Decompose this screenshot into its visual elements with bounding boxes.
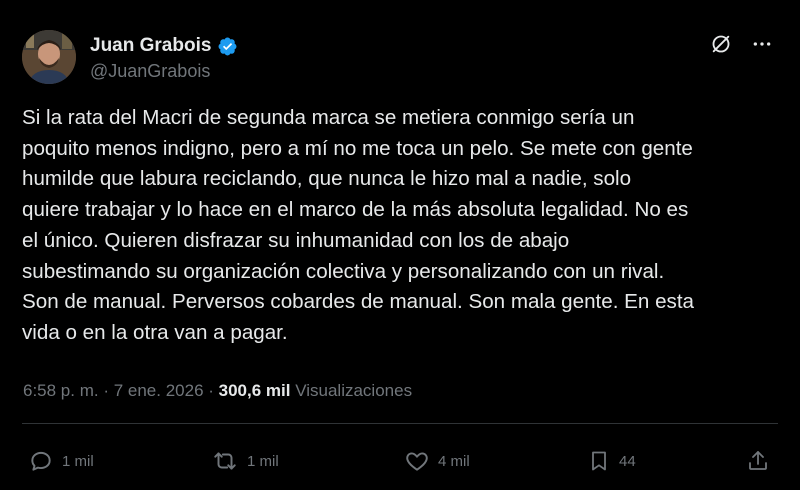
more-icon[interactable]	[752, 34, 772, 54]
like-button[interactable]: 4 mil	[404, 448, 494, 474]
bookmark-button[interactable]: 44	[587, 448, 647, 474]
author-display-name[interactable]: Juan Grabois	[90, 35, 211, 57]
repost-count: 1 mil	[247, 452, 279, 470]
reply-count: 1 mil	[62, 452, 94, 470]
share-icon	[749, 451, 767, 470]
repost-icon	[214, 452, 236, 470]
post-meta: 6:58 p. m. · 7 ene. 2026 · 300,6 mil Vis…	[23, 381, 412, 401]
repost-button[interactable]: 1 mil	[211, 448, 311, 474]
verified-badge-icon[interactable]	[217, 36, 238, 57]
action-bar: 1 mil 1 mil 4 mil 44	[28, 445, 770, 477]
reply-icon	[31, 451, 51, 471]
post-text: Si la rata del Macri de segunda marca se…	[22, 106, 694, 344]
views-count: 300,6 mil	[218, 381, 291, 400]
views-label: Visualizaciones	[295, 381, 413, 400]
divider	[22, 423, 778, 424]
post-time[interactable]: 6:58 p. m.	[23, 381, 99, 400]
like-count: 4 mil	[438, 452, 470, 470]
tweet: Juan Grabois @JuanGrabois Si la rata del…	[0, 0, 800, 490]
heart-icon	[406, 452, 428, 471]
meta-separator: ·	[203, 381, 219, 400]
share-button[interactable]	[740, 448, 770, 474]
author-handle[interactable]: @JuanGrabois	[90, 61, 210, 82]
bookmark-count: 44	[619, 452, 636, 470]
post-date[interactable]: 7 ene. 2026	[114, 381, 204, 400]
bookmark-icon	[592, 451, 606, 471]
meta-separator: ·	[98, 381, 114, 400]
grok-icon[interactable]	[710, 33, 732, 55]
reply-button[interactable]: 1 mil	[28, 448, 118, 474]
avatar[interactable]	[22, 30, 76, 84]
author-name-row: Juan Grabois	[90, 35, 238, 57]
top-actions	[710, 33, 772, 55]
